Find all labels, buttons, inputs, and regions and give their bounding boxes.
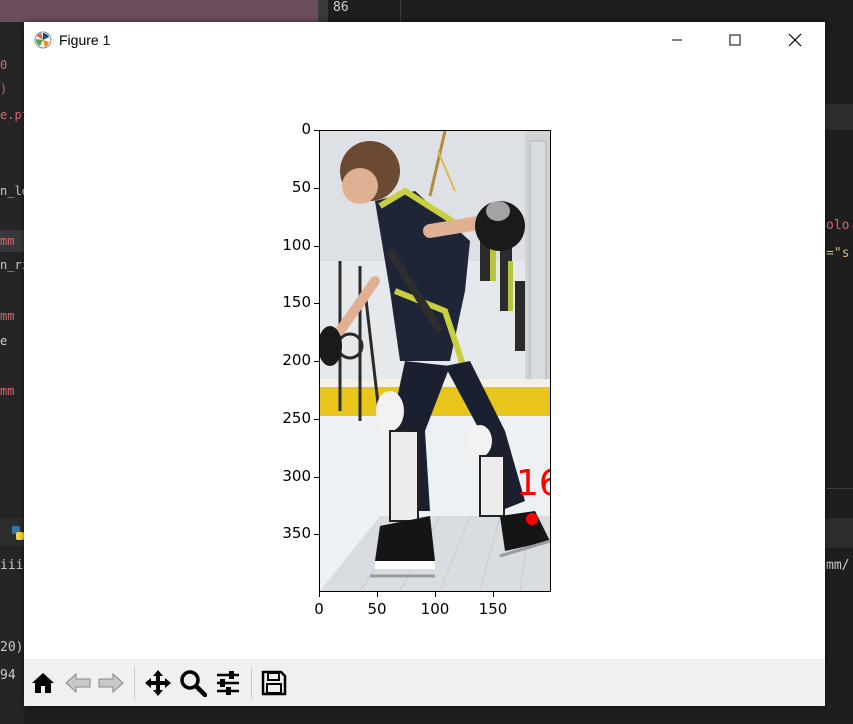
matplotlib-icon [34,31,52,49]
navigation-toolbar [24,659,825,706]
zoom-icon [180,670,207,697]
ide-right-terminal-text: mm/ [826,558,850,573]
configure-subplots-icon [217,671,239,695]
y-tick-label: 50 [291,177,311,196]
x-tick-label: 0 [314,600,324,618]
ide-terminal-text: iii [0,558,24,573]
window-title: Figure 1 [59,32,111,48]
y-tick-label: 200 [282,351,311,369]
y-tick-label: 250 [282,408,311,427]
x-tick-mark [377,592,378,597]
y-tick-label: 150 [282,293,311,312]
y-tick-mark [314,245,319,247]
minimize-icon [672,39,682,41]
y-tick-label: 300 [282,466,311,485]
ide-terminal-text: 94 [0,668,16,683]
ide-editor-text: e [0,334,8,348]
y-tick-mark [314,361,319,362]
image-axes[interactable]: 16 [319,130,551,592]
ide-editor-text: mm [0,384,15,398]
minimize-button[interactable] [654,22,700,58]
y-tick-mark [314,418,319,420]
ide-editor-text: 0 [0,58,8,72]
x-tick-label: 50 [367,600,387,618]
back-button[interactable] [62,667,94,699]
y-tick-mark [314,303,319,305]
x-tick-mark [319,592,320,597]
toolbar-separator [134,667,135,699]
toolbar-separator [251,667,252,699]
close-button[interactable] [772,22,818,58]
configure-subplots-button[interactable] [212,667,244,699]
ide-top-strip-scrollbar [318,0,328,22]
close-icon [788,33,802,47]
ide-line-number: 86 [333,0,349,15]
y-tick-mark [314,476,319,478]
x-tick-label: 150 [478,600,508,618]
annotation-label: 16 [516,463,550,504]
figure-window: Figure 1 1 0 50 100 150 200 250 300 350 … [24,22,825,706]
ide-top-strip [0,0,318,22]
y-tick-mark [314,534,319,536]
ide-right-code-line: ="s [826,246,850,261]
ide-terminal-text: 20) [0,640,24,655]
x-tick-label: 100 [420,600,450,618]
pan-icon [145,670,171,696]
ide-right-border [824,488,853,489]
maximize-icon [729,34,741,46]
home-button[interactable] [27,667,59,699]
zoom-button[interactable] [177,667,209,699]
home-icon [32,673,54,693]
ide-editor-text: mm [0,234,15,248]
y-tick-mark [314,130,319,131]
forward-arrow-icon [98,672,124,694]
ide-divider [400,0,401,22]
ide-editor-text: mm [0,309,15,323]
y-tick-label: 0 [301,120,311,138]
title-bar[interactable]: Figure 1 [24,22,825,58]
ide-right-code-line: olo [826,218,850,233]
figure-canvas[interactable]: 16 0 50 100 150 200 250 300 350 0 50 100 150 [24,58,825,659]
ide-editor-text: ) [0,82,8,96]
y-tick-label: 100 [282,235,311,254]
back-arrow-icon [65,672,91,694]
x-tick-mark [493,592,494,597]
ide-right-panel [824,104,853,130]
save-button[interactable] [258,667,290,699]
y-tick-mark [314,187,319,189]
y-tick-label: 350 [282,524,311,543]
pan-button[interactable] [142,667,174,699]
python-icon [12,526,24,540]
forward-button[interactable] [95,667,127,699]
save-icon [261,670,287,696]
skater-image [320,131,550,591]
x-tick-mark [435,592,436,597]
maximize-button[interactable] [712,22,758,58]
ide-right-tabbar [824,518,853,548]
